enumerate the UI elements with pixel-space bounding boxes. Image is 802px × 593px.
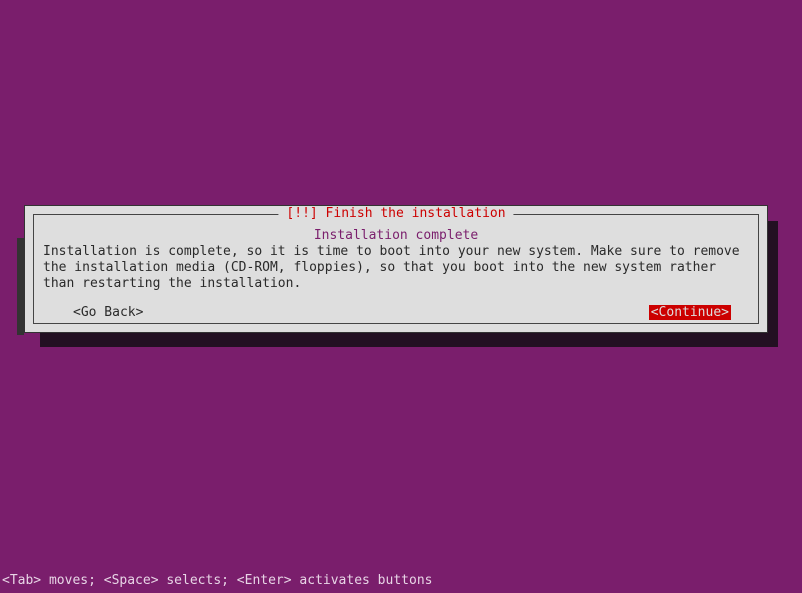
side-accent <box>17 238 24 335</box>
go-back-button[interactable]: <Go Back> <box>73 305 143 320</box>
continue-button[interactable]: <Continue> <box>649 305 731 320</box>
button-row: <Go Back> <Continue> <box>73 305 731 320</box>
footer-help-text: <Tab> moves; <Space> selects; <Enter> ac… <box>2 573 432 588</box>
dialog-title: [!!] Finish the installation <box>278 206 513 221</box>
dialog-subtitle: Installation complete <box>25 228 767 243</box>
dialog-body-text: Installation is complete, so it is time … <box>43 244 749 292</box>
installer-dialog: [!!] Finish the installation Installatio… <box>24 205 768 333</box>
